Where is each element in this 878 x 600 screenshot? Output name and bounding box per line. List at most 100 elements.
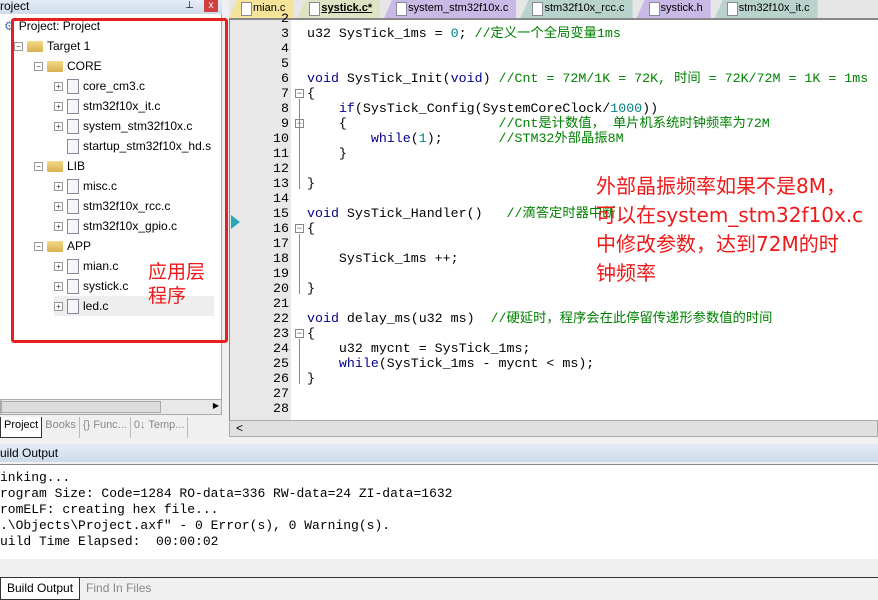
- code-token: void: [307, 71, 339, 86]
- code-token: while: [338, 356, 379, 371]
- code-token: }: [307, 146, 347, 161]
- line-number: 20: [273, 281, 289, 296]
- build-output-line: .\Objects\Project.axf" - 0 Error(s), 0 W…: [0, 518, 391, 533]
- editor-tab[interactable]: stm32f10x_rcc.c: [520, 0, 633, 18]
- line-number: 10: [273, 131, 289, 146]
- fold-collapse-icon[interactable]: −: [295, 224, 304, 233]
- code-token: SysTick_Handler(): [338, 206, 507, 221]
- annotation-app-layer: 应用层 程序: [148, 260, 205, 308]
- code-line[interactable]: u32 SysTick_1ms = 0; //定义一个全局变量1ms: [307, 26, 621, 41]
- line-number: 27: [273, 386, 289, 401]
- code-token: if: [338, 101, 355, 116]
- fold-guide: [299, 144, 300, 159]
- code-token: (: [410, 131, 419, 146]
- bottom-tab[interactable]: Find In Files: [80, 578, 157, 600]
- line-number: 25: [273, 356, 289, 371]
- line-number: 4: [281, 41, 289, 56]
- line-number: 13: [273, 176, 289, 191]
- tree-horizontal-scrollbar[interactable]: ▶: [0, 399, 222, 415]
- line-number: 22: [273, 311, 289, 326]
- code-line[interactable]: {: [307, 86, 315, 101]
- build-output-line: uild Time Elapsed: 00:00:02: [0, 534, 219, 549]
- code-token: (SysTick_1ms - mycnt < ms);: [378, 356, 595, 371]
- build-output-header: uild Output: [0, 444, 878, 462]
- code-token: delay_ms(u32 ms): [338, 311, 491, 326]
- code-token: (SysTick_Config(SystemCoreClock/: [354, 101, 611, 116]
- code-token: 1000: [610, 101, 643, 116]
- code-line[interactable]: void SysTick_Init(void) //Cnt = 72M/1K =…: [307, 71, 868, 86]
- build-output-line: rogram Size: Code=1284 RO-data=336 RW-da…: [0, 486, 453, 501]
- code-token: //硬延时，程序会在此停留传递形参数值的时间: [490, 311, 773, 326]
- code-token: }: [307, 371, 315, 386]
- editor-tab[interactable]: systick.h: [636, 0, 711, 18]
- editor-tab[interactable]: stm32f10x_it.c: [714, 0, 818, 18]
- code-line[interactable]: SysTick_1ms ++;: [307, 251, 459, 266]
- code-token: {: [307, 86, 315, 101]
- scroll-left-icon[interactable]: <: [236, 421, 243, 435]
- left-tab[interactable]: Books: [42, 417, 80, 438]
- left-tab[interactable]: Project: [0, 417, 43, 438]
- project-panel-header: roject ⊥ x: [0, 0, 222, 14]
- code-line[interactable]: }: [307, 176, 315, 191]
- bottom-tab[interactable]: Build Output: [0, 578, 81, 600]
- code-token: while: [370, 131, 411, 146]
- annotation-line: 中修改参数，达到72M的时: [596, 232, 839, 256]
- code-line[interactable]: if(SysTick_Config(SystemCoreClock/1000)): [307, 101, 658, 116]
- annotation-line: 钟频率: [596, 261, 656, 285]
- line-number: 19: [273, 266, 289, 281]
- pin-icon[interactable]: ⊥: [185, 0, 194, 12]
- editor-tab[interactable]: systick.c*: [297, 0, 381, 18]
- code-line[interactable]: }: [307, 371, 315, 386]
- line-number: 21: [273, 296, 289, 311]
- code-line[interactable]: while(SysTick_1ms - mycnt < ms);: [307, 356, 594, 371]
- editor-tab[interactable]: system_stm32f10x.c: [384, 0, 517, 18]
- build-output-text: inking... rogram Size: Code=1284 RO-data=…: [0, 464, 878, 559]
- code-token: }: [307, 281, 315, 296]
- left-tab[interactable]: {} Func...: [80, 417, 131, 438]
- line-number: 3: [281, 26, 289, 41]
- code-token: //Cnt = 72M/1K = 72K, 时间 = 72K/72M = 1K …: [498, 71, 869, 86]
- fold-collapse-icon[interactable]: −: [295, 89, 304, 98]
- code-line[interactable]: void delay_ms(u32 ms) //硬延时，程序会在此停留传递形参数…: [307, 311, 772, 326]
- line-number: 18: [273, 251, 289, 266]
- code-line[interactable]: { //Cnt是计数值， 单片机系统时钟频率为72M: [307, 116, 770, 131]
- code-token: )): [642, 101, 659, 116]
- annotation-line: 外部晶振频率如果不是8M，: [596, 174, 846, 198]
- code-token: ): [482, 71, 499, 86]
- annotation-line: 程序: [148, 285, 187, 307]
- code-token: 1: [418, 131, 427, 146]
- code-line[interactable]: }: [307, 281, 315, 296]
- scroll-right-icon[interactable]: ▶: [213, 401, 219, 410]
- project-panel-title: roject: [0, 0, 30, 13]
- code-line[interactable]: void SysTick_Handler() //滴答定时器中断: [307, 206, 616, 221]
- left-tab[interactable]: 0↓ Temp...: [131, 417, 189, 438]
- code-token: void: [450, 71, 483, 86]
- code-token: u32 mycnt = SysTick_1ms;: [307, 341, 531, 356]
- line-number: 12: [273, 161, 289, 176]
- code-token: {: [307, 116, 499, 131]
- line-number: 24: [273, 341, 289, 356]
- editor-horizontal-scrollbar[interactable]: <: [229, 420, 878, 437]
- code-line[interactable]: while(1); //STM32外部晶振8M: [307, 131, 624, 146]
- code-token: //定义一个全局变量1ms: [474, 26, 621, 41]
- annotation-line: 应用层: [148, 261, 206, 283]
- code-token: 0: [450, 26, 459, 41]
- fold-guide: [299, 234, 300, 294]
- build-output-title: uild Output: [0, 446, 59, 460]
- line-number: 11: [273, 146, 289, 161]
- line-number: 2: [281, 11, 289, 26]
- code-line[interactable]: }: [307, 146, 347, 161]
- code-line[interactable]: {: [307, 326, 315, 341]
- left-panel-tabs: Project Books{} Func... 0↓ Temp...: [0, 417, 222, 438]
- code-token: //STM32外部晶振8M: [498, 131, 624, 146]
- code-token: SysTick_1ms ++;: [307, 251, 459, 266]
- annotation-line: 可以在system_stm32f10x.c: [596, 203, 864, 227]
- line-number: 6: [281, 71, 289, 86]
- code-line[interactable]: u32 mycnt = SysTick_1ms;: [307, 341, 531, 356]
- close-panel-button[interactable]: x: [204, 0, 218, 12]
- line-number: 28: [273, 401, 289, 416]
- code-token: void: [307, 206, 339, 221]
- fold-collapse-icon[interactable]: −: [295, 329, 304, 338]
- code-line[interactable]: {: [307, 221, 315, 236]
